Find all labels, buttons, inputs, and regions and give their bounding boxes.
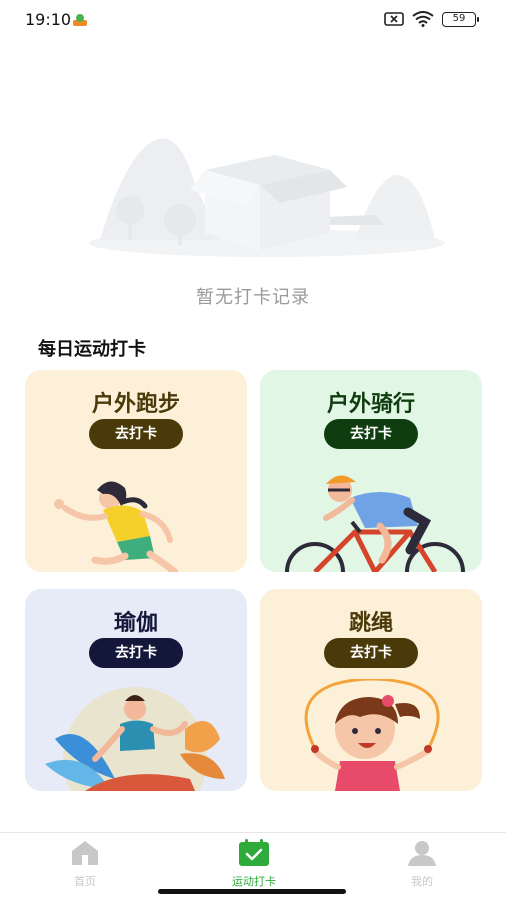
checkin-button-cycling[interactable]: 去打卡 <box>324 419 418 449</box>
status-bar: 19:10 59 <box>0 0 506 40</box>
empty-box-illustration <box>89 138 445 257</box>
cyclist-illustration <box>285 475 465 572</box>
app-notification-icon <box>73 14 87 26</box>
status-icons: 59 <box>384 11 479 27</box>
home-indicator <box>158 889 346 894</box>
checkin-button-jump-rope[interactable]: 去打卡 <box>324 638 418 668</box>
card-yoga[interactable]: 瑜伽 去打卡 <box>25 589 247 791</box>
user-icon <box>408 841 436 866</box>
nav-label: 运动打卡 <box>232 875 276 888</box>
runner-illustration <box>54 481 179 572</box>
wifi-icon <box>412 11 434 27</box>
checkin-button-running[interactable]: 去打卡 <box>89 419 183 449</box>
yoga-illustration <box>45 687 225 791</box>
status-time: 19:10 <box>25 10 72 29</box>
card-outdoor-cycling[interactable]: 户外骑行 去打卡 <box>260 370 482 572</box>
nav-home[interactable]: 首页 <box>45 839 125 889</box>
sim-off-icon <box>384 12 404 26</box>
card-title: 户外骑行 <box>326 392 415 417</box>
nav-label: 首页 <box>74 875 96 888</box>
home-icon <box>72 841 98 865</box>
card-jump-rope[interactable]: 跳绳 去打卡 <box>260 589 482 791</box>
calendar-check-icon <box>239 839 269 866</box>
jump-rope-illustration <box>304 679 440 791</box>
checkin-button-yoga[interactable]: 去打卡 <box>89 638 183 668</box>
nav-label: 我的 <box>411 875 433 888</box>
card-outdoor-running[interactable]: 户外跑步 去打卡 <box>25 370 247 572</box>
card-title: 瑜伽 <box>113 611 158 636</box>
nav-me[interactable]: 我的 <box>382 839 462 889</box>
card-title: 跳绳 <box>348 611 393 636</box>
battery-indicator: 59 <box>442 11 479 27</box>
empty-state-message: 暂无打卡记录 <box>196 287 310 308</box>
section-title: 每日运动打卡 <box>38 339 146 360</box>
card-title: 户外跑步 <box>91 392 180 417</box>
nav-checkin[interactable]: 运动打卡 <box>214 839 294 889</box>
